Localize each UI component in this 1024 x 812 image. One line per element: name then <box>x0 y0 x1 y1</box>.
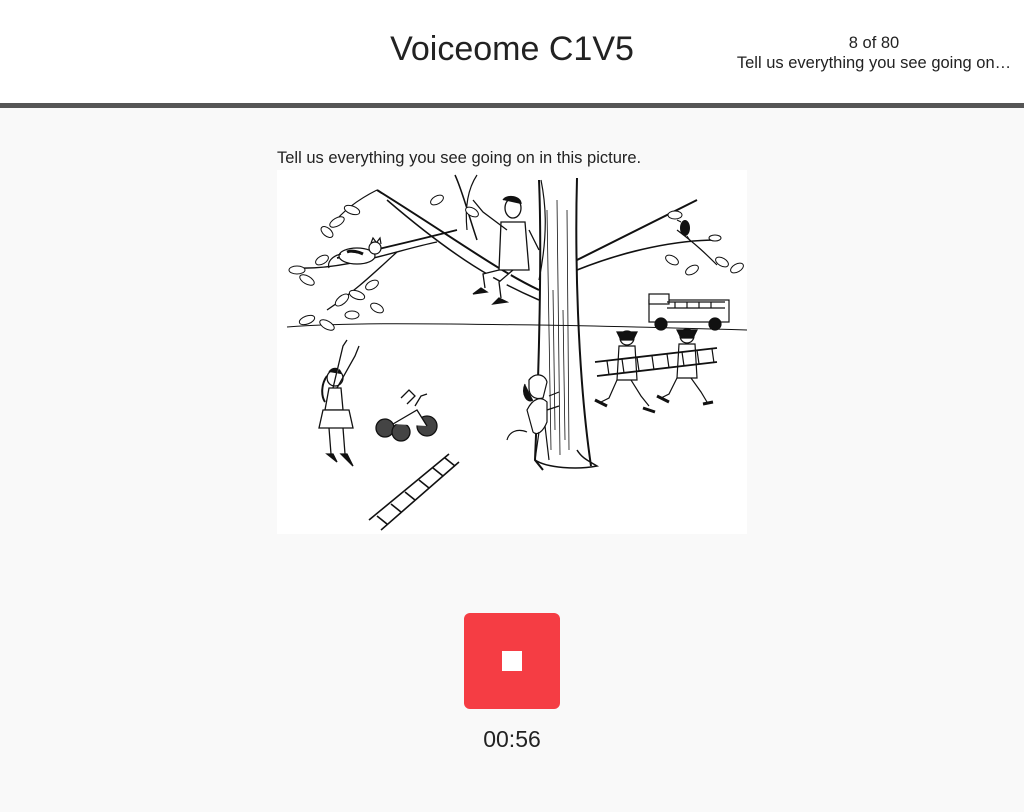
ground-ladder <box>368 453 460 531</box>
cat-in-tree-picture <box>277 170 748 534</box>
fire-truck <box>648 293 730 331</box>
task-label: Tell us everything you see going on… <box>736 54 1012 72</box>
girl-figure <box>318 339 360 467</box>
cat-figure <box>327 236 382 269</box>
recording-timer: 00:56 <box>483 726 541 752</box>
header-bar: Voiceome C1V5 8 of 80 Tell us everything… <box>0 0 1024 108</box>
tricycle-figure <box>375 389 438 442</box>
progress-count: 8 of 80 <box>848 34 900 52</box>
stop-recording-button[interactable] <box>464 613 560 709</box>
firemen-figures <box>594 328 718 414</box>
stop-icon <box>502 651 522 671</box>
horizon-line <box>286 323 748 331</box>
progress-indicator: 8 of 80 Tell us everything you see going… <box>724 33 1024 73</box>
man-figure <box>472 195 540 305</box>
prompt-text: Tell us everything you see going on in t… <box>277 149 642 167</box>
